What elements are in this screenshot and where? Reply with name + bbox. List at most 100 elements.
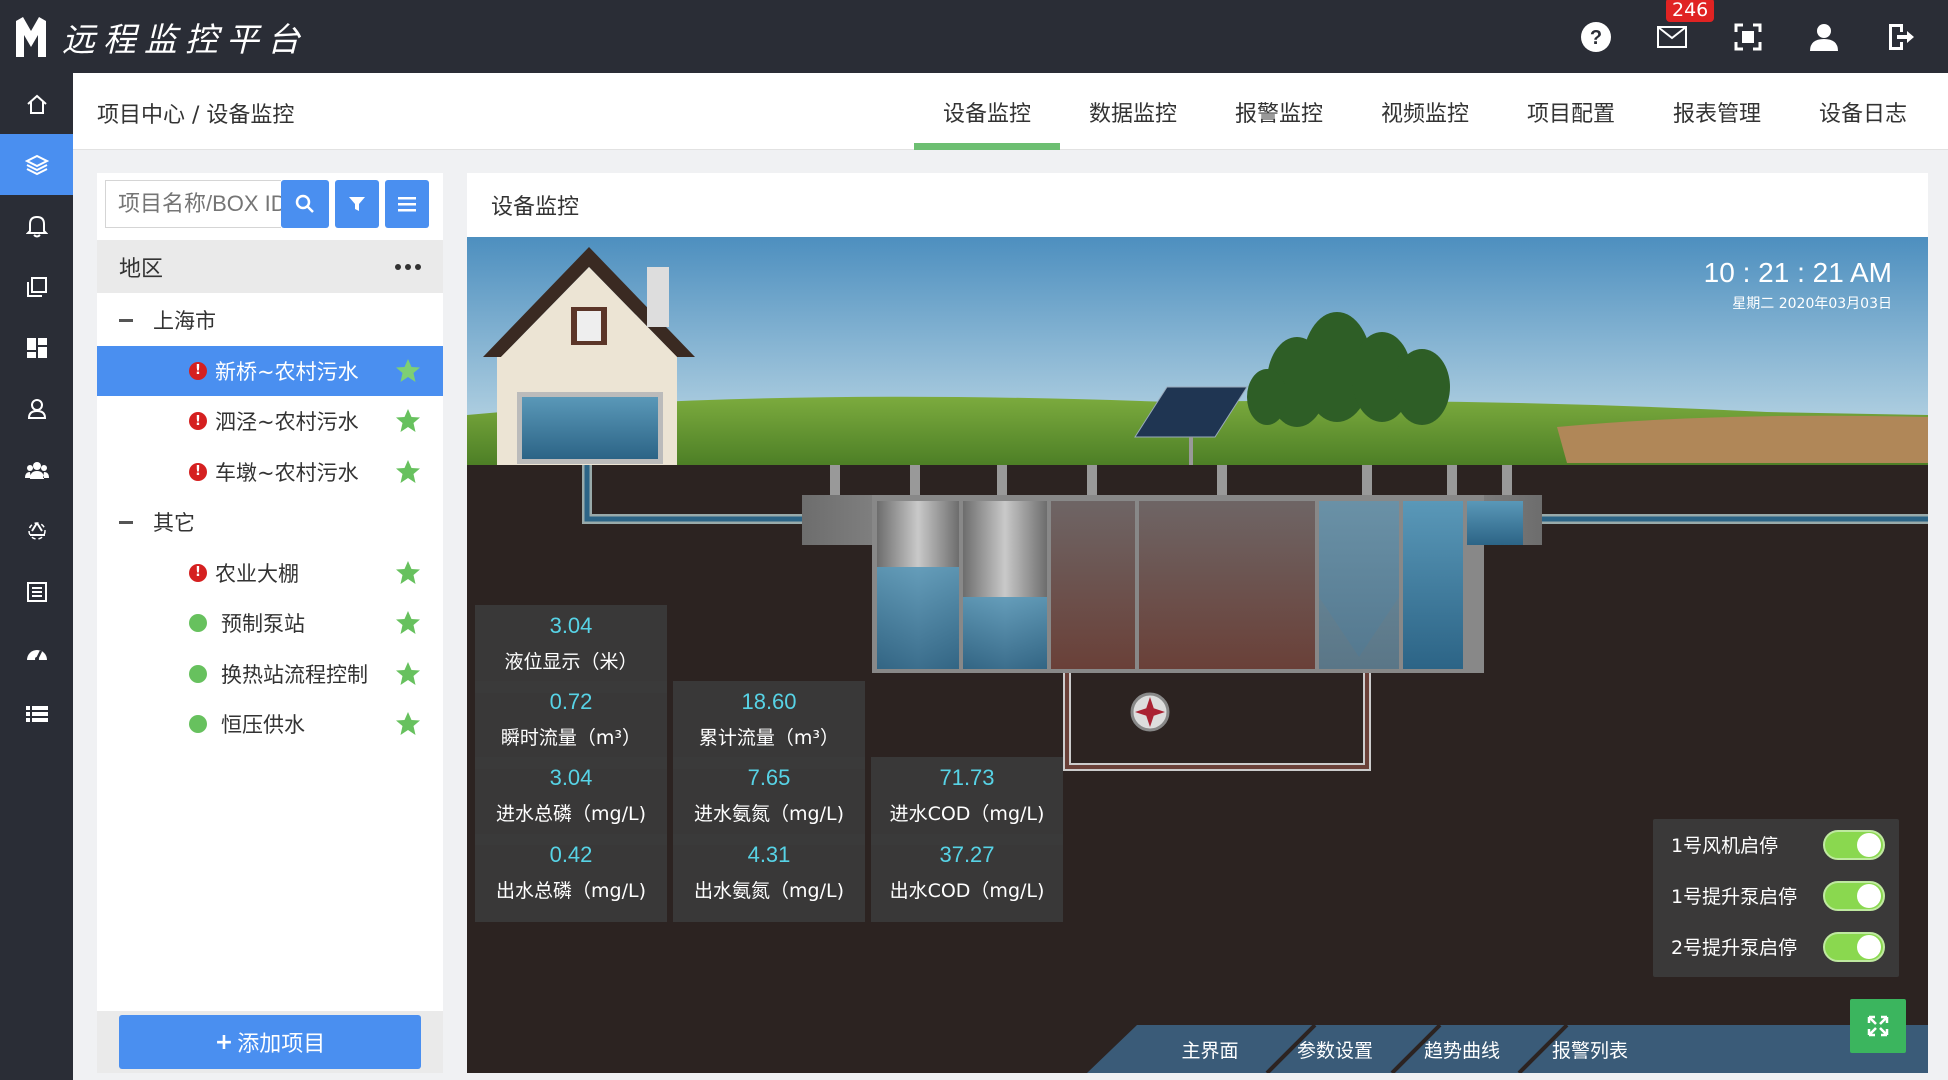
- star-icon[interactable]: [395, 408, 421, 433]
- tree-item-constant-pressure[interactable]: 恒压供水: [97, 699, 443, 750]
- bottom-tab-bar: 主界面 参数设置 趋势曲线 报警列表: [467, 999, 1928, 1073]
- group-icon[interactable]: [0, 439, 73, 500]
- search-input[interactable]: [105, 180, 281, 228]
- metric-label: 进水总磷（mg/L): [496, 803, 646, 825]
- star-icon[interactable]: [395, 661, 421, 686]
- tab-report-management[interactable]: 报表管理: [1644, 73, 1790, 150]
- status-ok-icon: [189, 614, 207, 633]
- region-header-label: 地区: [119, 256, 164, 282]
- copy-icon[interactable]: [0, 256, 73, 317]
- metric-label: 出水氨氮（mg/L): [694, 880, 844, 902]
- logout-icon[interactable]: [1862, 0, 1938, 73]
- add-project-label: 添加项目: [237, 1032, 326, 1057]
- expand-button[interactable]: [1850, 999, 1906, 1053]
- tree-item-label: 农业大棚: [215, 561, 299, 586]
- metric-outlet-cod: 37.27 出水COD（mg/L): [871, 834, 1063, 922]
- mail-count-badge: 246: [1666, 0, 1715, 22]
- help-icon[interactable]: ?: [1558, 0, 1634, 73]
- tab-video-monitor[interactable]: 视频监控: [1352, 73, 1498, 150]
- switch-row-pump1: 1号提升泵启停: [1653, 870, 1899, 921]
- tab-project-config[interactable]: 项目配置: [1498, 73, 1644, 150]
- metric-value: 3.04: [549, 765, 593, 790]
- bell-icon[interactable]: [0, 195, 73, 256]
- layers-icon[interactable]: [0, 134, 73, 195]
- tree-item-chedun[interactable]: ! 车墩~农村污水: [97, 447, 443, 498]
- clock-date: 星期二 2020年03月03日: [1732, 296, 1892, 312]
- tree-item-label: 泗泾~农村污水: [215, 410, 359, 435]
- project-tree-panel: 地区 上海市 ! 新桥~农村污水 ! 泗泾~农村污水 ! 车墩~农村污水 其它 ! 农业…: [97, 173, 443, 1073]
- tab-device-log[interactable]: 设备日志: [1790, 73, 1936, 150]
- switch-label: 2号提升泵启停: [1671, 937, 1798, 959]
- app-title: 远程监控平台: [62, 19, 308, 59]
- user-icon[interactable]: [1786, 0, 1862, 73]
- search-button[interactable]: [281, 180, 329, 228]
- project-tree: 上海市 ! 新桥~农村污水 ! 泗泾~农村污水 ! 车墩~农村污水 其它 ! 农业大棚 …: [97, 295, 443, 750]
- tree-group-shanghai[interactable]: 上海市: [97, 295, 443, 346]
- star-icon[interactable]: [395, 711, 421, 736]
- fan1-toggle[interactable]: [1823, 829, 1885, 860]
- device-monitor-panel: 设备监控 10: 21: 21 AM 星期二 2020年03月03日 3.0…: [467, 173, 1928, 1073]
- tree-item-greenhouse[interactable]: ! 农业大棚: [97, 548, 443, 599]
- metric-label: 液位显示（米）: [504, 651, 638, 673]
- tree-group-other[interactable]: 其它: [97, 497, 443, 548]
- metric-value: 0.72: [549, 689, 593, 714]
- home-icon[interactable]: [0, 73, 73, 134]
- tab-alarm-list[interactable]: 报警列表: [1515, 1025, 1665, 1073]
- dashboard-icon[interactable]: [0, 317, 73, 378]
- pump2-toggle[interactable]: [1823, 931, 1885, 962]
- metric-label: 累计流量（m³）: [698, 727, 840, 749]
- mail-icon[interactable]: 246: [1634, 0, 1715, 73]
- tree-item-label: 恒压供水: [221, 713, 305, 738]
- star-icon[interactable]: [395, 610, 421, 635]
- add-project-button[interactable]: + 添加项目: [119, 1015, 421, 1069]
- metric-label: 出水COD（mg/L): [889, 880, 1045, 902]
- metric-label: 进水氨氮（mg/L): [694, 803, 844, 825]
- search-icon: [295, 194, 314, 213]
- star-icon[interactable]: [395, 560, 421, 585]
- star-icon[interactable]: [395, 358, 421, 383]
- metric-outlet-nh3: 4.31 出水氨氮（mg/L): [673, 834, 865, 922]
- star-icon[interactable]: [395, 459, 421, 484]
- switch-panel: 1号风机启停 1号提升泵启停 2号提升泵启停: [1653, 819, 1899, 977]
- gauge-icon[interactable]: [0, 622, 73, 683]
- tree-item-xinqiao[interactable]: ! 新桥~农村污水: [97, 345, 443, 396]
- metric-total-flow: 18.60 累计流量（m³）: [673, 681, 865, 769]
- alert-icon: !: [189, 412, 207, 431]
- tab-alarm-monitor[interactable]: 报警监控: [1206, 73, 1352, 150]
- filter-icon: [349, 197, 365, 211]
- tab-device-monitor[interactable]: 设备监控: [914, 73, 1060, 150]
- tree-item-heat-exchange[interactable]: 换热站流程控制: [97, 649, 443, 700]
- logo-icon: [16, 16, 46, 57]
- panel-title: 设备监控: [491, 195, 580, 220]
- tree-item-label: 新桥~农村污水: [215, 359, 359, 384]
- metric-value: 7.65: [747, 765, 791, 790]
- tree-group-label: 上海市: [153, 309, 216, 334]
- top-bar: 远程监控平台 ? 246: [0, 0, 1948, 73]
- pump1-toggle[interactable]: [1823, 880, 1885, 911]
- recycle-icon[interactable]: [0, 500, 73, 561]
- metric-instant-flow: 0.72 瞬时流量（m³）: [475, 681, 667, 769]
- metric-inlet-tp: 3.04 进水总磷（mg/L): [475, 757, 667, 845]
- status-ok-icon: [189, 715, 207, 734]
- menu-button[interactable]: [385, 180, 429, 228]
- switch-row-fan1: 1号风机启停: [1653, 819, 1899, 870]
- metric-value: 0.42: [549, 842, 593, 867]
- tree-item-sijing[interactable]: ! 泗泾~农村污水: [97, 396, 443, 447]
- fullscreen-icon[interactable]: [1710, 0, 1786, 73]
- alert-icon: !: [189, 462, 207, 481]
- metric-outlet-tp: 0.42 出水总磷（mg/L): [475, 834, 667, 922]
- list-alt-icon[interactable]: [0, 561, 73, 622]
- collapse-icon[interactable]: [119, 318, 133, 322]
- svg-text:?: ?: [1590, 27, 1602, 49]
- user-location-icon[interactable]: [0, 378, 73, 439]
- tree-item-pump-station[interactable]: 预制泵站: [97, 598, 443, 649]
- tree-item-label: 换热站流程控制: [221, 662, 368, 687]
- list-icon[interactable]: [0, 683, 73, 744]
- collapse-icon[interactable]: [119, 520, 133, 524]
- tab-data-monitor[interactable]: 数据监控: [1060, 73, 1206, 150]
- switch-label: 1号风机启停: [1671, 835, 1779, 857]
- nav-bar: 项目中心 / 设备监控 设备监控 数据监控 报警监控 视频监控 项目配置 报表管…: [73, 73, 1948, 150]
- more-icon[interactable]: [395, 263, 421, 270]
- filter-button[interactable]: [335, 180, 379, 228]
- status-ok-icon: [189, 664, 207, 683]
